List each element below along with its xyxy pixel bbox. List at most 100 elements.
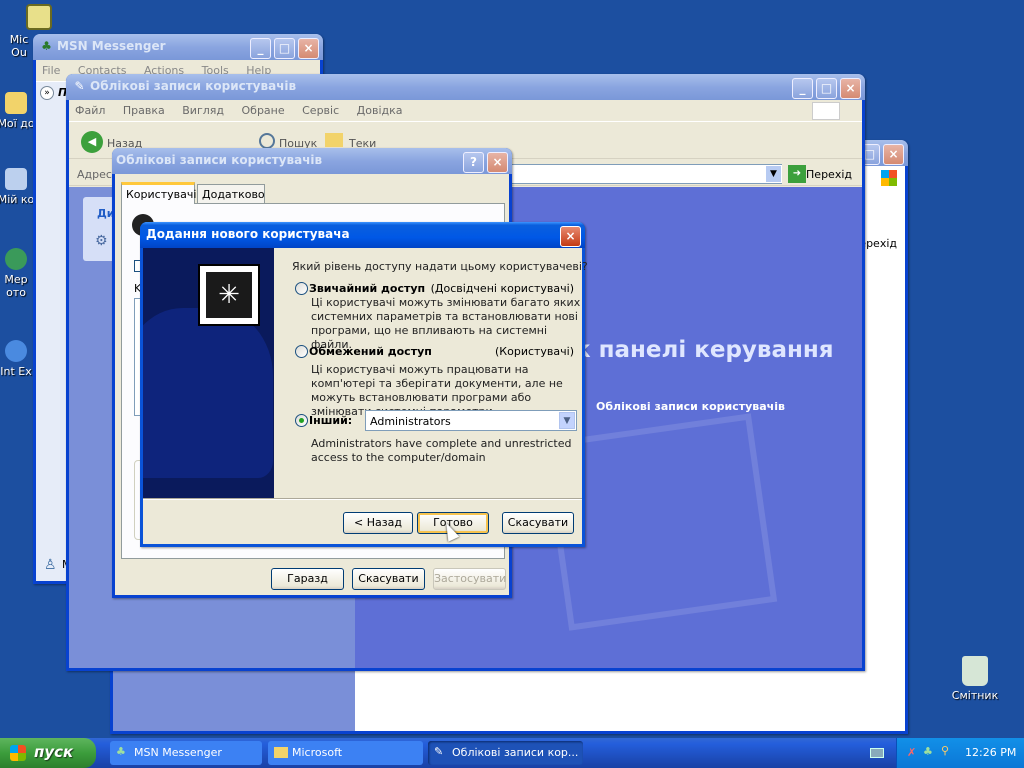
folder-icon [5,92,27,114]
group-select-value: Administrators [370,415,451,428]
desktop-icon-label: Int Ex [0,365,32,378]
desktop-icon-ie[interactable]: Int Ex [0,340,36,378]
cancel-button[interactable]: Скасувати [502,512,574,534]
desktop-icon-network[interactable]: Мер ото [0,248,36,299]
msn-shortcut-icon [26,4,52,30]
radio-restricted[interactable] [295,345,308,358]
msn-title: MSN Messenger [57,39,166,53]
ok-button[interactable]: Гаразд [271,568,344,590]
option-standard-desc: Ці користувачі можуть змінювати багато я… [311,296,581,351]
windows-logo-icon [881,170,897,186]
cp-titlebar[interactable]: ✎ Облікові записи користувачів _ □ × [66,74,865,100]
menu-favorites[interactable]: Обране [242,104,285,117]
desktop-icon-label: Мер ото [4,273,28,299]
msn-titlebar[interactable]: ♣ MSN Messenger _ □ × [33,34,323,60]
help-button[interactable]: ? [463,152,484,173]
wizard-titlebar[interactable]: Додання нового користувача × [140,222,585,248]
start-button[interactable]: пуск [0,738,96,768]
tab-users[interactable]: Користувачі [121,182,196,204]
close-button[interactable]: × [560,226,581,247]
taskbar-task-msn[interactable]: ♣ MSN Messenger [110,741,262,765]
cp-menubar: Файл Правка Вигляд Обране Сервіс Довідка [69,100,862,122]
gear-icon[interactable]: ⚙ [95,233,108,249]
go-label[interactable]: Перехід [806,168,852,181]
go-arrow-icon[interactable]: ➜ [788,165,806,183]
access-question: Який рівень доступу надати цьому користу… [292,260,588,273]
option-restricted-group: (Користувачі) [495,345,574,358]
keyboard-icon[interactable] [870,748,884,758]
maximize-button[interactable]: □ [274,38,295,59]
menu-tools[interactable]: Сервіс [302,104,339,117]
desktop-icon-label: Смітник [951,689,999,702]
tab-advanced[interactable]: Додатково [197,184,265,204]
menu-help[interactable]: Довідка [357,104,403,117]
menu-file[interactable]: Файл [75,104,105,117]
close-button[interactable]: × [840,78,861,99]
collapse-icon[interactable]: » [40,86,54,100]
taskbar-task-accounts[interactable]: ✎ Облікові записи кор... [428,741,583,765]
msn-logo-icon: ♣ [41,39,52,53]
network-tray-icon[interactable]: ✗ [907,746,916,759]
desktop-icon-my-documents[interactable]: Мої до [0,92,36,130]
close-button[interactable]: × [883,144,904,165]
task-label: Облікові записи кор... [452,746,579,759]
option-restricted-label[interactable]: Обмежений доступ [309,345,432,358]
back-button[interactable]: < Назад [343,512,413,534]
system-tray: ✗ ♣ ⚲ 12:26 PM [896,738,1024,768]
wizard-title: Додання нового користувача [146,227,350,241]
windows-flag-icon [10,745,26,761]
search-icon[interactable] [259,133,275,149]
user-accounts-task-icon: ✎ [434,745,444,758]
chevron-down-icon[interactable]: ▼ [765,165,782,183]
menu-file[interactable]: File [42,64,60,77]
taskbar-task-folder[interactable]: Microsoft [268,741,423,765]
network-icon [5,248,27,270]
option-standard-label[interactable]: Звичайний доступ [309,282,425,295]
menu-view[interactable]: Вигляд [182,104,224,117]
msn-sidebar: » П ♙ M [36,82,72,581]
option-standard-group: (Досвідчені користувачі) [430,282,574,295]
task-label: Microsoft [292,746,343,759]
msn-tray-icon[interactable]: ♣ [923,745,933,758]
add-user-wizard: Додання нового користувача × ✳ Який ріве… [140,222,588,547]
desktop-icon-my-computer[interactable]: Мій ко [0,168,36,206]
search-tray-icon[interactable]: ⚲ [941,744,949,757]
desktop-icon-label: Mic Ou [9,33,29,59]
close-button[interactable]: × [298,38,319,59]
option-other-desc: Administrators have complete and unrestr… [311,437,572,464]
wizard-bg-shape [143,308,273,478]
minimize-button[interactable]: _ [250,38,271,59]
internet-explorer-icon [5,340,27,362]
folder-task-icon [274,747,288,758]
close-button[interactable]: × [487,152,508,173]
desktop-icon-label: Мій ко [0,193,35,206]
panel-link[interactable]: Облікові записи користувачів [596,400,785,413]
option-other-label[interactable]: Інший: [309,414,352,427]
cp-title: Облікові записи користувачів [90,79,297,93]
desktop-icon-recycle-bin[interactable]: Смітник [940,656,1010,702]
msn-people-icon[interactable]: ♙ [44,557,57,573]
wizard-separator [143,498,582,500]
windows-logo-icon [812,102,840,120]
radio-standard[interactable] [295,282,308,295]
wizard-side-panel: ✳ [143,248,274,498]
clock: 12:26 PM [965,746,1017,759]
back-arrow-icon[interactable]: ◀ [81,131,103,153]
computer-icon [5,168,27,190]
panel-title: к панелі керування [575,337,834,363]
folders-icon[interactable] [325,133,343,147]
menu-edit[interactable]: Правка [123,104,165,117]
chevron-down-icon[interactable]: ▼ [559,412,575,429]
msn-task-icon: ♣ [116,745,126,758]
wizard-key-icon: ✳ [198,264,260,326]
ua-titlebar[interactable]: Облікові записи користувачів ? × [112,148,512,174]
cancel-button[interactable]: Скасувати [352,568,425,590]
group-select[interactable]: Administrators ▼ [365,410,577,431]
start-label: пуск [34,743,74,761]
apply-button[interactable]: Застосувати [433,568,506,590]
desktop-icon-label: Мої до [0,117,35,130]
maximize-button[interactable]: □ [816,78,837,99]
task-label: MSN Messenger [134,746,222,759]
minimize-button[interactable]: _ [792,78,813,99]
radio-other[interactable] [295,414,308,427]
